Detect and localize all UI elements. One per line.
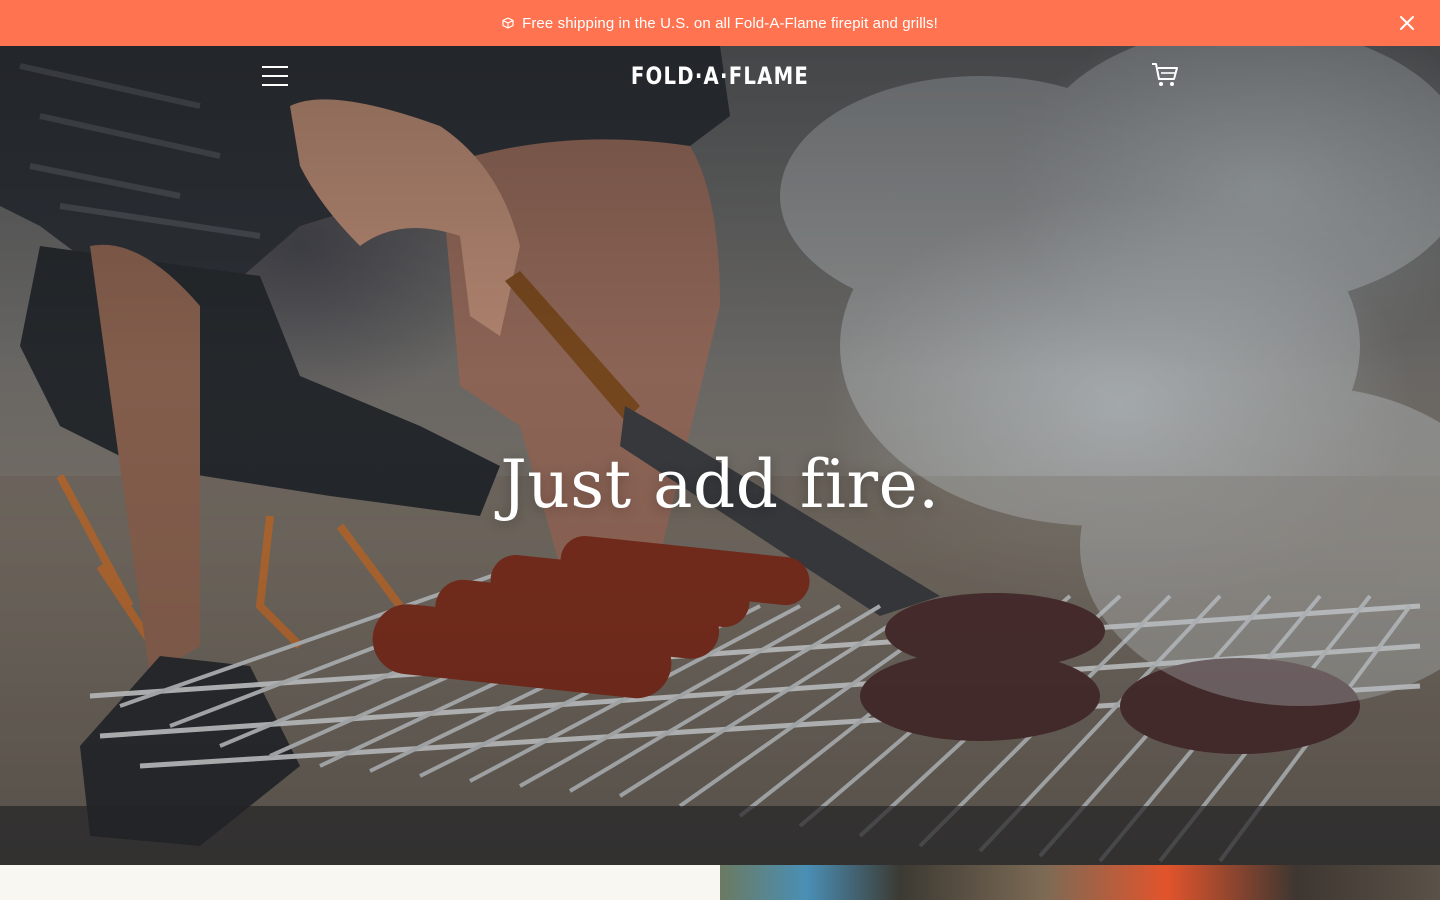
secondary-image xyxy=(720,865,1440,900)
hamburger-menu-icon[interactable] xyxy=(262,66,288,86)
cart-icon[interactable] xyxy=(1150,60,1180,90)
announcement-text: Free shipping in the U.S. on all Fold-A-… xyxy=(522,14,938,32)
site-header: FOLD·A·FLAME xyxy=(0,46,1440,108)
announcement-message: Free shipping in the U.S. on all Fold-A-… xyxy=(502,15,938,32)
content-panel xyxy=(0,865,720,900)
box-icon xyxy=(502,17,514,29)
hero-image: Just add fire. xyxy=(0,46,1440,865)
announcement-bar: Free shipping in the U.S. on all Fold-A-… xyxy=(0,0,1440,46)
site-logo[interactable]: FOLD·A·FLAME xyxy=(622,62,819,90)
close-icon[interactable] xyxy=(1398,14,1416,32)
hero-headline: Just add fire. xyxy=(500,446,940,523)
